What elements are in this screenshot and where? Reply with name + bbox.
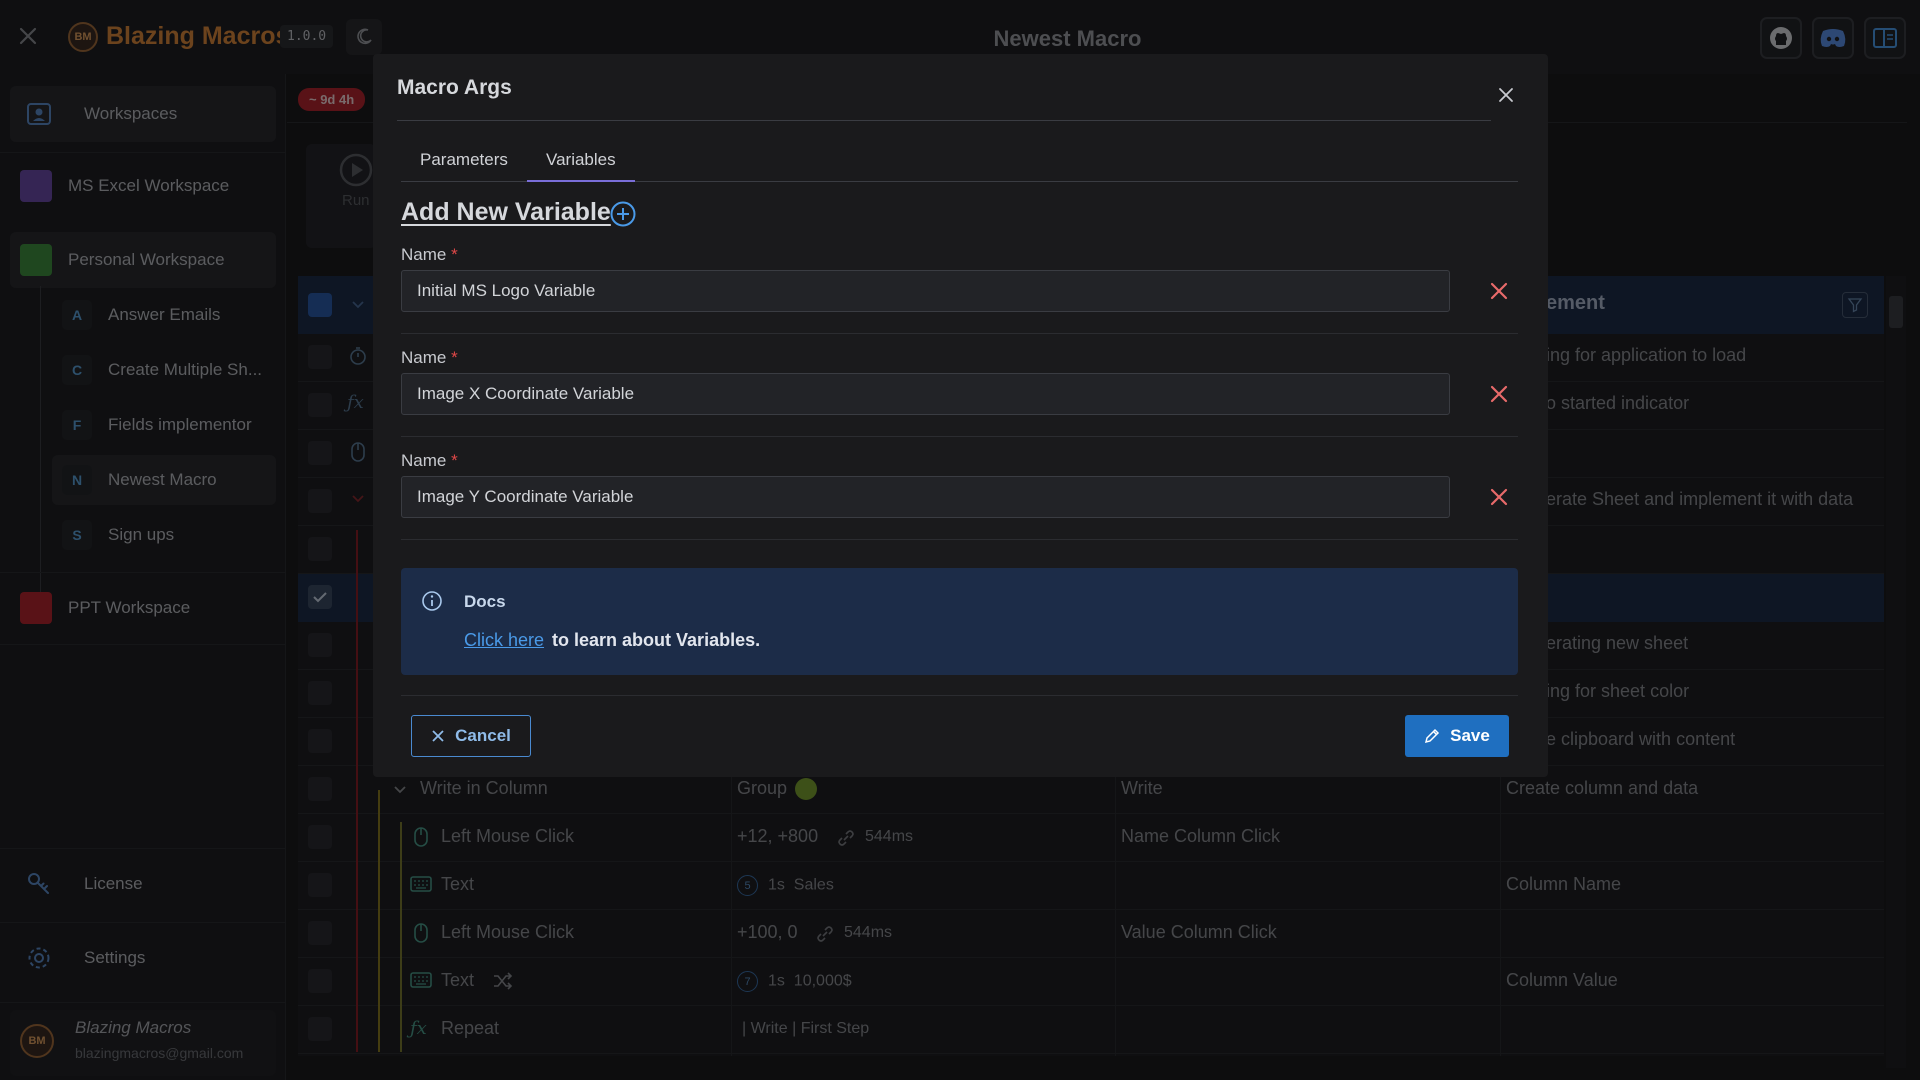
cancel-label: Cancel — [455, 726, 511, 745]
cancel-button[interactable]: Cancel — [411, 715, 531, 757]
field-label: Name * — [401, 451, 458, 471]
add-new-variable-link[interactable]: Add New Variable — [401, 198, 611, 227]
divider — [401, 539, 1518, 540]
divider — [397, 120, 1491, 121]
save-button[interactable]: Save — [1405, 715, 1509, 757]
variable-name-input[interactable]: Image X Coordinate Variable — [401, 373, 1450, 415]
delete-variable-icon[interactable] — [1487, 382, 1511, 406]
docs-description: to learn about Variables. — [552, 630, 761, 650]
docs-text: Click here to learn about Variables. — [464, 630, 760, 651]
plus-circle-icon[interactable] — [609, 200, 637, 228]
variable-name-input[interactable]: Initial MS Logo Variable — [401, 270, 1450, 312]
active-tab-indicator — [527, 180, 635, 182]
required-mark: * — [451, 451, 458, 470]
field-label-text: Name — [401, 451, 447, 470]
dialog-title: Macro Args — [397, 76, 512, 99]
close-icon — [431, 729, 445, 743]
docs-link[interactable]: Click here — [464, 630, 544, 650]
docs-title: Docs — [464, 592, 506, 611]
save-label: Save — [1450, 726, 1490, 745]
required-mark: * — [451, 245, 458, 264]
close-icon[interactable] — [1495, 84, 1517, 106]
divider — [401, 436, 1518, 437]
field-label-text: Name — [401, 245, 447, 264]
tab-parameters[interactable]: Parameters — [420, 150, 508, 170]
macro-args-dialog: Macro Args Parameters Variables Add New … — [373, 54, 1548, 777]
field-label: Name * — [401, 348, 458, 368]
field-label-text: Name — [401, 348, 447, 367]
divider — [401, 695, 1518, 696]
delete-variable-icon[interactable] — [1487, 279, 1511, 303]
variable-name-input[interactable]: Image Y Coordinate Variable — [401, 476, 1450, 518]
tab-variables[interactable]: Variables — [546, 150, 616, 170]
pencil-icon — [1424, 728, 1440, 744]
info-icon — [421, 590, 443, 612]
divider — [401, 333, 1518, 334]
delete-variable-icon[interactable] — [1487, 485, 1511, 509]
field-label: Name * — [401, 245, 458, 265]
required-mark: * — [451, 348, 458, 367]
docs-callout: Docs Click here to learn about Variables. — [401, 568, 1518, 675]
